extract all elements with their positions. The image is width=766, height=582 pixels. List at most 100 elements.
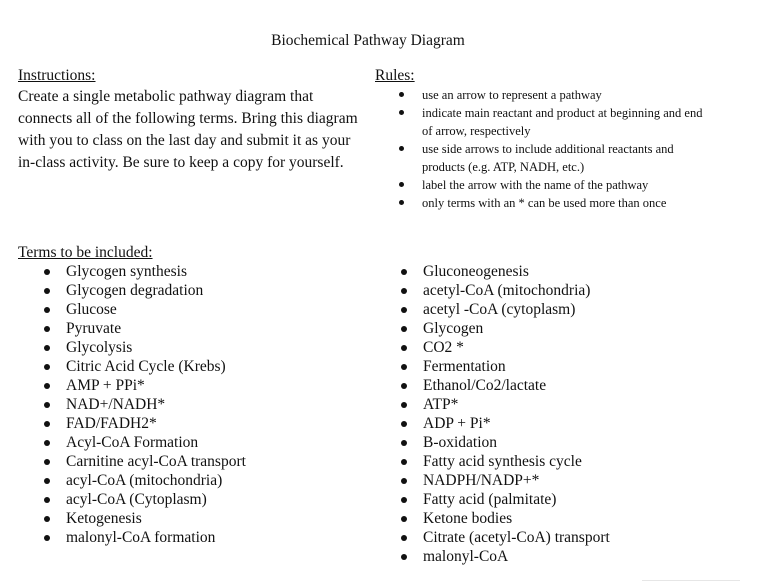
bullet-icon — [44, 497, 50, 503]
term-item: NADPH/NADP+* — [399, 471, 610, 490]
term-item: Glycogen synthesis — [42, 262, 246, 281]
term-item: acyl-CoA (Cytoplasm) — [42, 490, 246, 509]
term-item: Glycogen degradation — [42, 281, 246, 300]
rule-text: use side arrows to include additional re… — [422, 142, 674, 174]
term-text: Ketogenesis — [66, 510, 142, 527]
term-text: AMP + PPi* — [66, 377, 145, 394]
term-item: Fatty acid (palmitate) — [399, 490, 610, 509]
bullet-icon — [401, 326, 407, 332]
term-item: AMP + PPi* — [42, 376, 246, 395]
term-item: Pyruvate — [42, 319, 246, 338]
rules-list: use an arrow to represent a pathway indi… — [375, 86, 715, 212]
bullet-icon — [401, 364, 407, 370]
bullet-icon — [44, 364, 50, 370]
term-item: Ethanol/Co2/lactate — [399, 376, 610, 395]
rule-item: label the arrow with the name of the pat… — [375, 176, 715, 194]
term-text: CO2 * — [423, 339, 464, 356]
rule-item: only terms with an * can be used more th… — [375, 194, 715, 212]
term-item: Glycogen — [399, 319, 610, 338]
rule-text: use an arrow to represent a pathway — [422, 88, 602, 102]
term-item: NAD+/NADH* — [42, 395, 246, 414]
term-item: Citrate (acetyl-CoA) transport — [399, 528, 610, 547]
bullet-icon — [44, 307, 50, 313]
term-item: acetyl -CoA (cytoplasm) — [399, 300, 610, 319]
rule-item: use an arrow to represent a pathway — [375, 86, 715, 104]
term-text: Glycolysis — [66, 339, 133, 356]
bullet-icon — [44, 288, 50, 294]
term-text: Ketone bodies — [423, 510, 513, 527]
bullet-icon — [401, 288, 407, 294]
term-item: acyl-CoA (mitochondria) — [42, 471, 246, 490]
bullet-icon — [401, 535, 407, 541]
term-text: Fatty acid (palmitate) — [423, 491, 557, 508]
rule-text: only terms with an * can be used more th… — [422, 196, 667, 210]
bullet-icon — [401, 402, 407, 408]
bullet-icon — [401, 478, 407, 484]
rule-item: use side arrows to include additional re… — [375, 140, 715, 176]
bullet-icon — [44, 478, 50, 484]
bullet-icon — [44, 440, 50, 446]
rules-section: Rules: use an arrow to represent a pathw… — [375, 66, 715, 212]
instructions-body: Create a single metabolic pathway diagra… — [18, 88, 358, 171]
bullet-icon — [401, 269, 407, 275]
term-text: acetyl-CoA (mitochondria) — [423, 282, 591, 299]
bullet-icon — [401, 421, 407, 427]
term-text: acyl-CoA (Cytoplasm) — [66, 491, 207, 508]
terms-right-items: Gluconeogenesis acetyl-CoA (mitochondria)… — [399, 262, 610, 566]
bullet-icon — [401, 345, 407, 351]
term-text: ADP + Pi* — [423, 415, 491, 432]
bullet-icon — [44, 326, 50, 332]
term-text: Ethanol/Co2/lactate — [423, 377, 547, 394]
term-text: acyl-CoA (mitochondria) — [66, 472, 223, 489]
term-item: ATP* — [399, 395, 610, 414]
term-text: NADPH/NADP+* — [423, 472, 540, 489]
term-text: Acyl-CoA Formation — [66, 434, 199, 451]
term-item: Glucose — [42, 300, 246, 319]
bullet-icon — [44, 269, 50, 275]
rules-heading: Rules: — [375, 67, 415, 84]
bullet-icon — [44, 402, 50, 408]
bullet-icon — [44, 459, 50, 465]
rule-item: indicate main reactant and product at be… — [375, 104, 715, 140]
term-text: Citrate (acetyl-CoA) transport — [423, 529, 610, 546]
term-text: Fatty acid synthesis cycle — [423, 453, 582, 470]
term-text: B-oxidation — [423, 434, 498, 451]
term-text: Citric Acid Cycle (Krebs) — [66, 358, 226, 375]
term-item: FAD/FADH2* — [42, 414, 246, 433]
term-item: ADP + Pi* — [399, 414, 610, 433]
rule-text: indicate main reactant and product at be… — [422, 106, 703, 138]
term-text: Pyruvate — [66, 320, 122, 337]
instructions-heading: Instructions: — [18, 67, 96, 84]
bullet-icon — [399, 200, 404, 205]
instructions-section: Instructions: Create a single metabolic … — [18, 66, 368, 174]
bullet-icon — [401, 516, 407, 522]
bullet-icon — [399, 110, 404, 115]
term-text: Gluconeogenesis — [423, 263, 529, 280]
term-item: Fermentation — [399, 357, 610, 376]
bullet-icon — [44, 535, 50, 541]
term-text: malonyl-CoA — [423, 548, 509, 565]
terms-list-right: Gluconeogenesis acetyl-CoA (mitochondria)… — [399, 262, 610, 566]
term-text: Glycogen degradation — [66, 282, 204, 299]
term-item: CO2 * — [399, 338, 610, 357]
bullet-icon — [401, 307, 407, 313]
term-text: Glycogen — [423, 320, 484, 337]
bullet-icon — [44, 345, 50, 351]
bullet-icon — [401, 554, 407, 560]
term-item: Carnitine acyl-CoA transport — [42, 452, 246, 471]
term-text: FAD/FADH2* — [66, 415, 157, 432]
term-text: malonyl-CoA formation — [66, 529, 216, 546]
term-text: NAD+/NADH* — [66, 396, 166, 413]
term-item: acetyl-CoA (mitochondria) — [399, 281, 610, 300]
terms-heading: Terms to be included: — [18, 244, 153, 261]
term-item: Gluconeogenesis — [399, 262, 610, 281]
term-text: ATP* — [423, 396, 459, 413]
term-item: malonyl-CoA — [399, 547, 610, 566]
bullet-icon — [399, 146, 404, 151]
term-item: Ketogenesis — [42, 509, 246, 528]
bullet-icon — [44, 516, 50, 522]
bullet-icon — [399, 92, 404, 97]
term-item: Ketone bodies — [399, 509, 610, 528]
page-edge-divider — [642, 580, 740, 581]
bullet-icon — [44, 421, 50, 427]
